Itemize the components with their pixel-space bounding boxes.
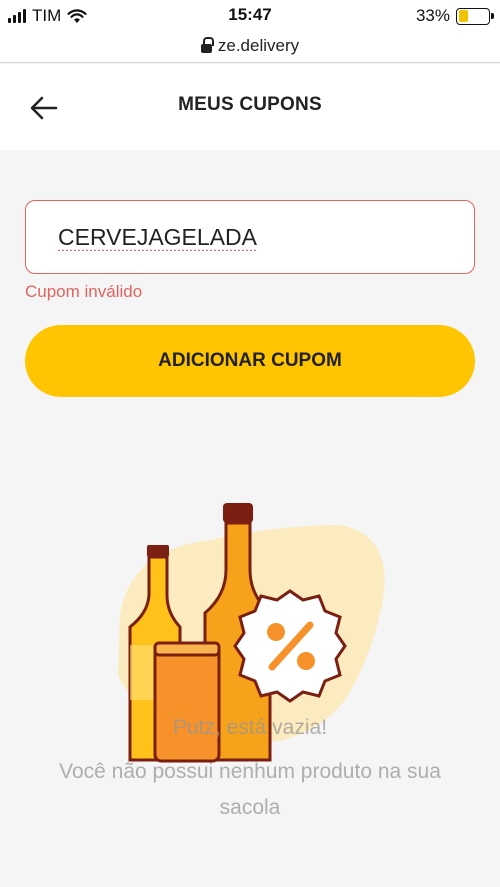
- url-bar[interactable]: ze.delivery: [0, 30, 500, 63]
- coupon-input[interactable]: [25, 200, 475, 274]
- battery-percent: 33%: [415, 6, 450, 25]
- battery-icon: [456, 7, 494, 25]
- empty-state-title: Putz, está vazia!: [172, 716, 328, 739]
- lock-icon: [200, 36, 214, 55]
- battery-nub: [491, 13, 494, 19]
- empty-state-message: Você não possui nenhum produto na sua sa…: [59, 760, 441, 819]
- page-title: MEUS CUPONS: [178, 94, 322, 115]
- status-right: 33%: [415, 5, 494, 27]
- error-message: Cupom inválido: [25, 282, 143, 301]
- status-bar: TIM 15:47 33%: [0, 0, 500, 30]
- url-text: ze.delivery: [217, 36, 300, 55]
- add-coupon-button[interactable]: ADICIONAR CUPOM: [25, 325, 475, 397]
- can-shape: [153, 641, 221, 763]
- battery-fill: [458, 10, 469, 22]
- app-header: MEUS CUPONS: [0, 64, 500, 150]
